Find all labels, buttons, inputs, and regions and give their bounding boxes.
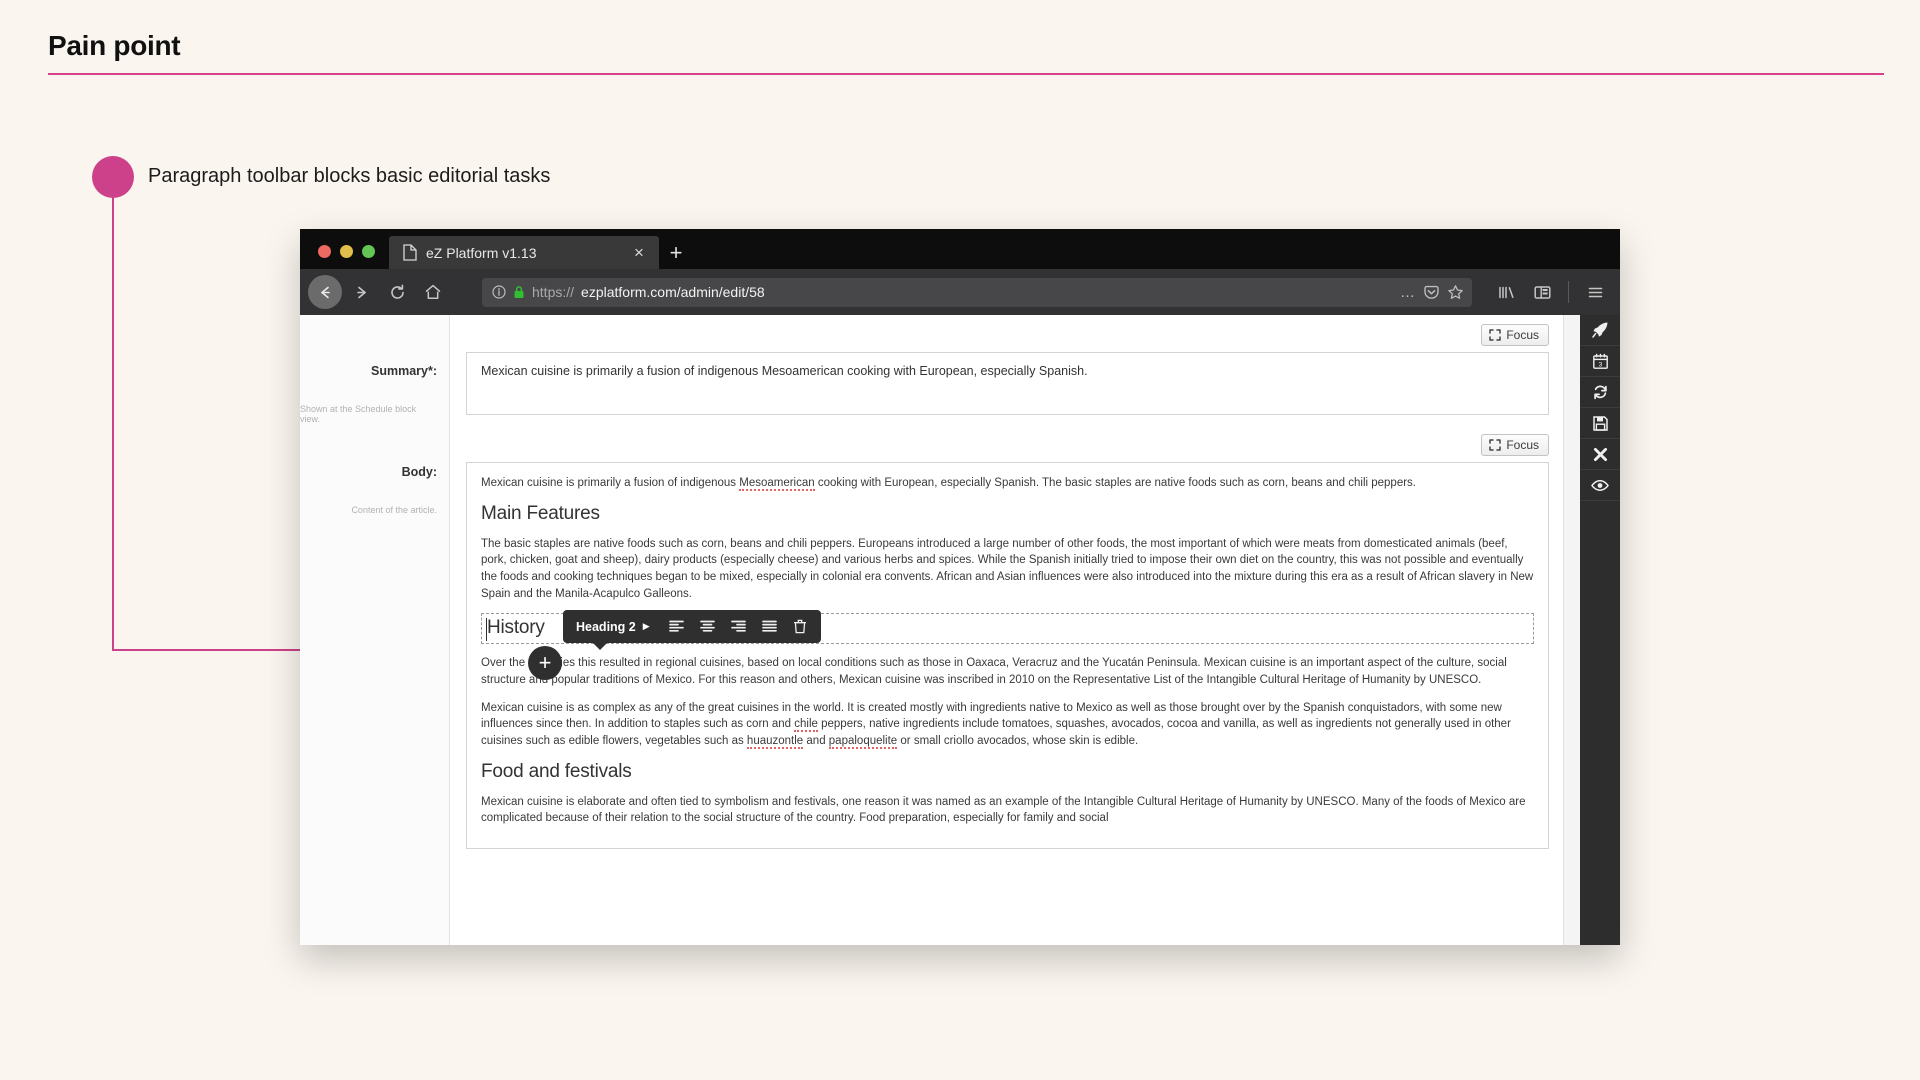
trash-icon[interactable] xyxy=(786,613,815,640)
focus-button-label: Focus xyxy=(1506,438,1539,452)
browser-tab[interactable]: eZ Platform v1.13 × xyxy=(389,236,659,269)
close-icon[interactable]: × xyxy=(629,243,649,263)
svg-text:3: 3 xyxy=(1598,361,1602,368)
expand-icon xyxy=(1489,439,1502,451)
complex-text-c: and xyxy=(803,735,829,748)
misspelled-word: huauzontle xyxy=(746,735,804,750)
summary-focus-button[interactable]: Focus xyxy=(1481,324,1549,346)
address-bar[interactable]: https:// ezplatform.com/admin/edit/58 … xyxy=(482,277,1472,307)
heading-main-features[interactable]: Main Features xyxy=(481,503,1534,525)
maximize-window-button[interactable] xyxy=(362,245,375,258)
minimize-window-button[interactable] xyxy=(340,245,353,258)
misspelled-word: Mesoamerican xyxy=(739,477,815,491)
paragraph-toolbar[interactable]: Heading 2 ▶ xyxy=(563,610,821,650)
block-style-label[interactable]: Heading 2 xyxy=(576,620,641,634)
rail-empty-space xyxy=(1580,501,1620,945)
misspelled-word: chile xyxy=(794,718,818,733)
close-x-icon[interactable] xyxy=(1580,439,1620,470)
misspelled-word: papaloquelite xyxy=(828,735,898,750)
browser-tab-title: eZ Platform v1.13 xyxy=(426,244,537,261)
intro-text-a: Mexican cuisine is primarily a fusion of… xyxy=(481,477,740,489)
paragraph-main-features[interactable]: The basic staples are native foods such … xyxy=(481,536,1534,603)
window-controls xyxy=(300,245,389,269)
intro-text-b: cooking with European, especially Spanis… xyxy=(814,477,1416,489)
heading-food-and-festivals[interactable]: Food and festivals xyxy=(481,761,1534,783)
editor-action-rail: 3 xyxy=(1580,315,1620,945)
summary-field-hint: Shown at the Schedule block view. xyxy=(300,404,417,424)
body-intro-paragraph: Mexican cuisine is primarily a fusion of… xyxy=(481,475,1534,492)
floppy-disk-icon[interactable] xyxy=(1580,408,1620,439)
pocket-icon[interactable] xyxy=(1423,284,1440,301)
body-rich-text-editor[interactable]: Mexican cuisine is primarily a fusion of… xyxy=(466,462,1549,850)
browser-toolbar-right xyxy=(1483,275,1612,309)
body-focus-row: Focus xyxy=(466,415,1549,456)
refresh-icon[interactable] xyxy=(1580,377,1620,408)
sidebar-icon[interactable] xyxy=(1525,275,1559,309)
paragraph-complexity[interactable]: Mexican cuisine is as complex as any of … xyxy=(481,700,1534,750)
calendar-icon[interactable]: 3 xyxy=(1580,346,1620,377)
form-labels-column: Summary*: Shown at the Schedule block vi… xyxy=(300,315,450,945)
complex-text-d: or small criollo avocados, whose skin is… xyxy=(897,735,1139,748)
expand-icon xyxy=(1489,329,1502,341)
forward-button[interactable] xyxy=(344,275,378,309)
summary-text: Mexican cuisine is primarily a fusion of… xyxy=(481,364,1088,378)
back-button[interactable] xyxy=(308,275,342,309)
align-left-icon[interactable] xyxy=(662,613,691,640)
browser-window: eZ Platform v1.13 × + https:// ezplatfor… xyxy=(300,229,1620,945)
callout-connector-vertical xyxy=(112,196,114,651)
page-viewport: Summary*: Shown at the Schedule block vi… xyxy=(300,315,1620,945)
editor-column: Focus Mexican cuisine is primarily a fus… xyxy=(450,315,1563,945)
hamburger-menu-icon[interactable] xyxy=(1578,275,1612,309)
page-title: Pain point xyxy=(48,30,181,61)
browser-nav-bar: https:// ezplatform.com/admin/edit/58 … xyxy=(300,269,1620,315)
home-button[interactable] xyxy=(416,275,450,309)
title-divider xyxy=(48,73,1884,75)
page-actions-icon[interactable]: … xyxy=(1400,284,1416,301)
page-scrollbar[interactable] xyxy=(1563,315,1580,945)
callout-label: Paragraph toolbar blocks basic editorial… xyxy=(148,165,551,187)
summary-field-label: Summary*: xyxy=(371,364,437,378)
browser-tab-strip: eZ Platform v1.13 × + xyxy=(300,229,1620,269)
library-icon[interactable] xyxy=(1489,275,1523,309)
info-icon[interactable] xyxy=(492,285,506,299)
reload-button[interactable] xyxy=(380,275,414,309)
paragraph-food-and-festivals[interactable]: Mexican cuisine is elaborate and often t… xyxy=(481,794,1534,827)
summary-input[interactable]: Mexican cuisine is primarily a fusion of… xyxy=(466,352,1549,415)
url-host: ezplatform.com/admin/edit/58 xyxy=(581,284,765,300)
align-right-icon[interactable] xyxy=(724,613,753,640)
rocket-icon[interactable] xyxy=(1580,315,1620,346)
body-field-hint: Content of the article. xyxy=(351,505,437,515)
align-center-icon[interactable] xyxy=(693,613,722,640)
close-window-button[interactable] xyxy=(318,245,331,258)
add-block-button[interactable]: + xyxy=(528,646,562,680)
paragraph-history[interactable]: Over the centuries this resulted in regi… xyxy=(481,655,1534,688)
chevron-right-icon[interactable]: ▶ xyxy=(643,621,660,632)
new-tab-button[interactable]: + xyxy=(659,236,693,269)
align-justify-icon[interactable] xyxy=(755,613,784,640)
callout-marker-dot xyxy=(92,156,134,198)
focus-button-label: Focus xyxy=(1506,328,1539,342)
body-field-label: Body: xyxy=(401,465,437,479)
document-icon xyxy=(403,244,417,261)
padlock-icon[interactable] xyxy=(513,285,525,299)
summary-focus-row: Focus xyxy=(466,315,1549,346)
toolbar-divider xyxy=(1568,281,1569,303)
body-focus-button[interactable]: Focus xyxy=(1481,434,1549,456)
eye-icon[interactable] xyxy=(1580,470,1620,501)
url-scheme: https:// xyxy=(532,284,575,300)
star-icon[interactable] xyxy=(1447,284,1464,301)
